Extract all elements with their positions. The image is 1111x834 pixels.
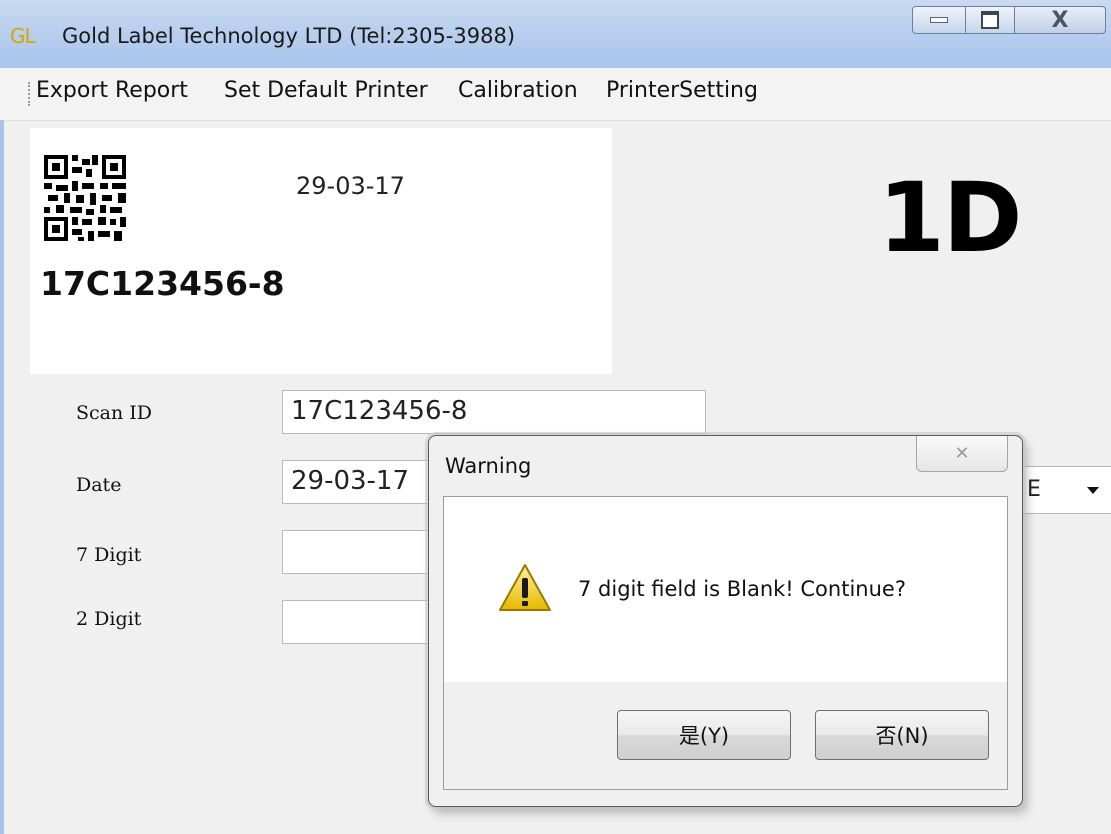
- window-left-border: [0, 120, 4, 834]
- no-button[interactable]: 否(N): [815, 710, 989, 760]
- date-label: Date: [76, 474, 122, 496]
- menu-set-default-printer[interactable]: Set Default Printer: [224, 78, 428, 103]
- warning-icon: [499, 564, 551, 611]
- minimize-button[interactable]: [912, 6, 966, 34]
- warning-dialog: Warning ✕ 7 digit field is Blank! Contin…: [428, 435, 1023, 807]
- qr-code-icon: [44, 155, 126, 241]
- app-logo: GL: [10, 24, 36, 48]
- dialog-close-button[interactable]: ✕: [916, 436, 1008, 472]
- menu-printer-setting[interactable]: PrinterSetting: [606, 78, 758, 103]
- seven-digit-label: 7 Digit: [76, 544, 142, 566]
- scan-id-input[interactable]: 17C123456-8: [282, 390, 706, 434]
- chevron-down-icon: [1087, 487, 1099, 494]
- dialog-title: Warning: [445, 454, 532, 478]
- window-title: Gold Label Technology LTD (Tel:2305-3988…: [62, 24, 516, 48]
- dialog-footer: 是(Y) 否(N): [443, 682, 1008, 790]
- maximize-icon: [981, 11, 999, 29]
- dialog-body: 7 digit field is Blank! Continue?: [443, 496, 1008, 682]
- maximize-button[interactable]: [965, 6, 1015, 34]
- menu-export-report[interactable]: Export Report: [36, 78, 188, 103]
- main-window: GL Gold Label Technology LTD (Tel:2305-3…: [0, 0, 1111, 834]
- close-icon: ✕: [954, 443, 970, 464]
- barcode-mode-label: 1D: [878, 162, 1022, 274]
- menu-calibration[interactable]: Calibration: [458, 78, 578, 103]
- close-button[interactable]: X: [1014, 6, 1106, 34]
- two-digit-label: 2 Digit: [76, 608, 142, 630]
- minimize-icon: [930, 17, 948, 23]
- title-bar[interactable]: GL Gold Label Technology LTD (Tel:2305-3…: [0, 0, 1111, 68]
- printer-combo[interactable]: E: [1020, 466, 1111, 514]
- menu-grip[interactable]: [28, 82, 32, 106]
- label-id: 17C123456-8: [40, 264, 285, 303]
- scan-id-label: Scan ID: [76, 402, 152, 424]
- close-icon: X: [1051, 7, 1069, 33]
- yes-button[interactable]: 是(Y): [617, 710, 791, 760]
- dialog-message: 7 digit field is Blank! Continue?: [578, 577, 906, 601]
- menu-bar: Export Report Set Default Printer Calibr…: [0, 68, 1111, 121]
- label-date: 29-03-17: [296, 172, 405, 200]
- printer-combo-value: E: [1027, 477, 1041, 502]
